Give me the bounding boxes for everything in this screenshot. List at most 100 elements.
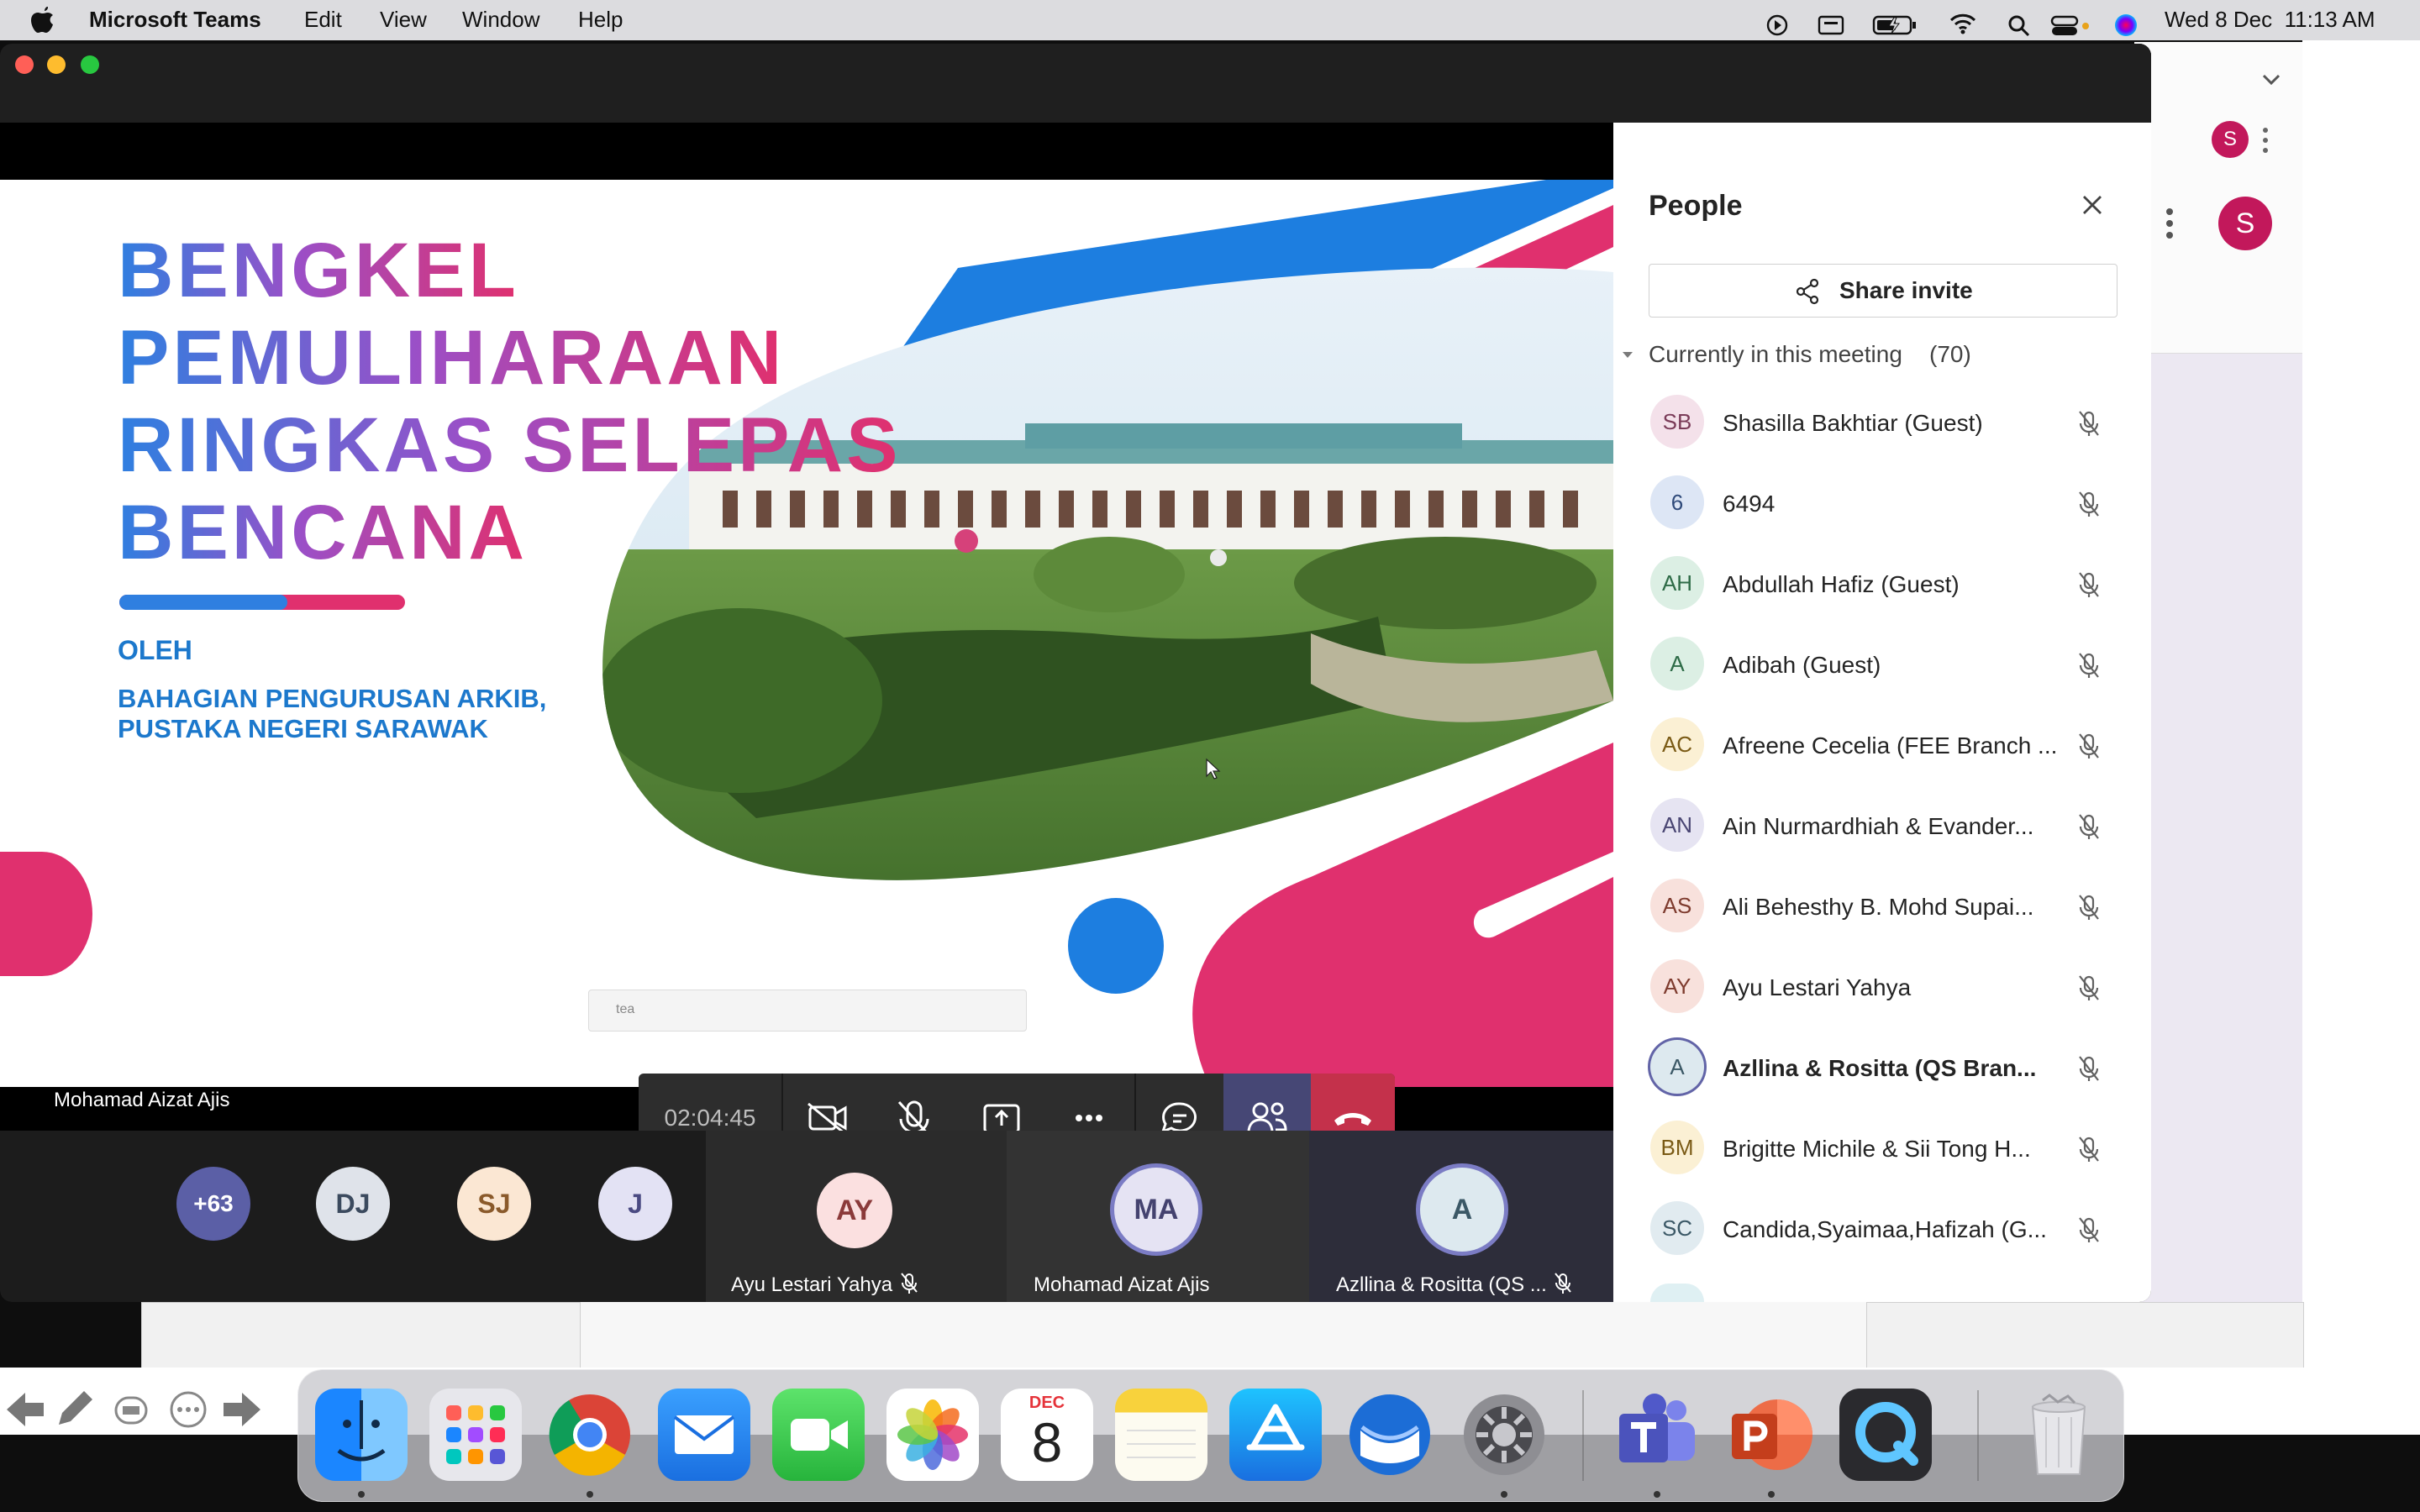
trash-icon[interactable] [2012,1389,2105,1481]
mic-off-icon[interactable] [2072,1132,2106,1166]
presentation-slide: BENGKEL PEMULIHARAAN RINGKAS SELEPAS BEN… [0,180,1613,1087]
menu-window[interactable]: Window [462,0,539,40]
apple-icon[interactable] [30,0,55,40]
microsoft-teams-icon[interactable] [1611,1389,1703,1481]
mic-off-icon[interactable] [2072,729,2106,763]
tile-name: Ayu Lestari Yahya [731,1273,893,1296]
meeting-section-header[interactable]: Currently in this meeting (70) [1620,338,2141,371]
gallery-avatar-small[interactable]: SJ [457,1167,531,1241]
video-tile[interactable]: MA Mohamad Aizat Ajis [1007,1131,1309,1302]
play-status-icon[interactable] [1765,0,1790,40]
video-tile[interactable]: AY Ayu Lestari Yahya [706,1131,1007,1302]
participant-row[interactable]: SC Candida,Syaimaa,Hafizah (G... [1613,1189,2151,1270]
notes-icon[interactable] [1115,1389,1207,1481]
mic-off-icon[interactable] [2072,890,2106,924]
window-titlebar [0,44,2151,123]
share-invite-button[interactable]: Share invite [1649,264,2118,318]
slide-title-line-4: BENCANA [118,490,528,575]
close-icon[interactable] [2077,190,2107,220]
mic-off-icon[interactable] [2072,648,2106,682]
participant-avatar: AH [1650,556,1704,610]
wifi-icon[interactable] [1948,0,1978,40]
section-count: (70) [1929,341,1971,367]
spotlight-search-icon[interactable] [2007,0,2032,40]
mic-off-icon[interactable] [2072,1052,2106,1085]
sharing-mini-tab-label: tea [616,1002,635,1016]
slide-title-line-3: RINGKAS SELEPAS [118,402,902,488]
mic-off-icon[interactable] [2072,810,2106,843]
launchpad-icon[interactable] [429,1389,522,1481]
zoom-window-button[interactable] [81,55,99,74]
participant-name: Candida,Syaimaa,Hafizah (G... [1723,1216,2047,1242]
mail-icon[interactable] [658,1389,750,1481]
facetime-icon[interactable] [772,1389,865,1481]
participant-avatar: A [1650,1040,1704,1094]
tile-avatar: A [1420,1168,1504,1252]
menu-app-name[interactable]: Microsoft Teams [89,0,261,40]
thunderbird-icon[interactable] [1344,1389,1436,1481]
mic-off-icon[interactable] [2072,487,2106,521]
app-store-icon[interactable] [1229,1389,1322,1481]
menu-edit[interactable]: Edit [304,0,342,40]
gallery-avatar-small[interactable]: J [598,1167,672,1241]
menu-help[interactable]: Help [578,0,623,40]
participant-name: Shasilla Bakhtiar (Guest) [1723,410,1983,436]
photos-icon[interactable] [886,1389,979,1481]
siri-icon[interactable] [2112,0,2139,40]
slide-org-line-2: PUSTAKA NEGERI SARAWAK [118,714,488,743]
dock: DEC 8 [297,1369,2124,1502]
finder-icon[interactable] [315,1389,408,1481]
overflow-participants-count[interactable]: +63 [176,1167,250,1241]
close-window-button[interactable] [15,55,34,74]
chevron-down-icon[interactable] [2259,67,2284,97]
participant-name: Brigitte Michile & Sii Tong H... [1723,1136,2031,1162]
teams-meeting-window: BENGKEL PEMULIHARAAN RINGKAS SELEPAS BEN… [0,44,2151,1302]
participant-avatar: SC [1650,1201,1704,1255]
chrome-profile-avatar[interactable]: S [2218,197,2272,250]
menu-view[interactable]: View [380,0,427,40]
system-preferences-icon[interactable] [1458,1389,1550,1481]
participant-row[interactable]: BM Brigitte Michile & Sii Tong H... [1613,1109,2151,1189]
control-center-icon[interactable] [2050,0,2097,40]
participant-name: Afreene Cecelia (FEE Branch ... [1723,732,2058,759]
participant-avatar: A [1650,637,1704,690]
people-panel-title: People [1649,190,1743,222]
mic-off-icon[interactable] [2072,407,2106,440]
chrome-profile-avatar-small[interactable]: S [2212,121,2249,158]
kebab-menu-icon[interactable] [2260,126,2270,159]
participant-name: Ayu Lestari Yahya [1723,974,1912,1000]
participant-row-partial [1650,1284,1704,1302]
menu-clock[interactable]: Wed 8 Dec 11:13 AM [2165,0,2375,40]
participant-avatar: AY [1650,959,1704,1013]
participant-avatar: AN [1650,798,1704,852]
participant-gallery: +63 DJ SJ J AY Ayu Lestari Yahya MA Moha… [0,1131,1613,1302]
participant-avatar: 6 [1650,475,1704,529]
mic-off-icon[interactable] [2072,971,2106,1005]
participant-row[interactable]: AH Abdullah Hafiz (Guest) [1613,544,2151,625]
participant-row[interactable]: AN Ain Nurmardhiah & Evander... [1613,786,2151,867]
chrome-icon[interactable] [544,1389,636,1481]
share-icon [1796,278,1819,305]
running-indicator [1501,1491,1507,1498]
participant-row[interactable]: AY Ayu Lestari Yahya [1613,948,2151,1028]
participant-row[interactable]: SB Shasilla Bakhtiar (Guest) [1613,383,2151,464]
minimize-window-button[interactable] [47,55,66,74]
video-tile[interactable]: A Azllina & Rositta (QS ... [1309,1131,1613,1302]
mic-off-icon[interactable] [2072,568,2106,601]
display-icon[interactable] [1817,0,1845,40]
share-invite-label: Share invite [1839,277,1973,303]
powerpoint-icon[interactable] [1725,1389,1818,1481]
calendar-icon[interactable]: DEC 8 [1001,1389,1093,1481]
participant-row[interactable]: A Adibah (Guest) [1613,625,2151,706]
gallery-avatar-small[interactable]: DJ [316,1167,390,1241]
quicktime-icon[interactable] [1839,1389,1932,1481]
kebab-menu-icon[interactable] [2165,207,2175,244]
participant-row[interactable]: AS Ali Behesthy B. Mohd Supai... [1613,867,2151,948]
participant-name: Ain Nurmardhiah & Evander... [1723,813,2034,839]
mic-off-icon[interactable] [2072,1213,2106,1247]
participant-row[interactable]: AC Afreene Cecelia (FEE Branch ... [1613,706,2151,786]
participant-row[interactable]: A Azllina & Rositta (QS Bran... [1613,1028,2151,1109]
participant-name: Abdullah Hafiz (Guest) [1723,571,1960,597]
participant-row[interactable]: 6 6494 [1613,464,2151,544]
battery-icon[interactable] [1872,0,1919,40]
